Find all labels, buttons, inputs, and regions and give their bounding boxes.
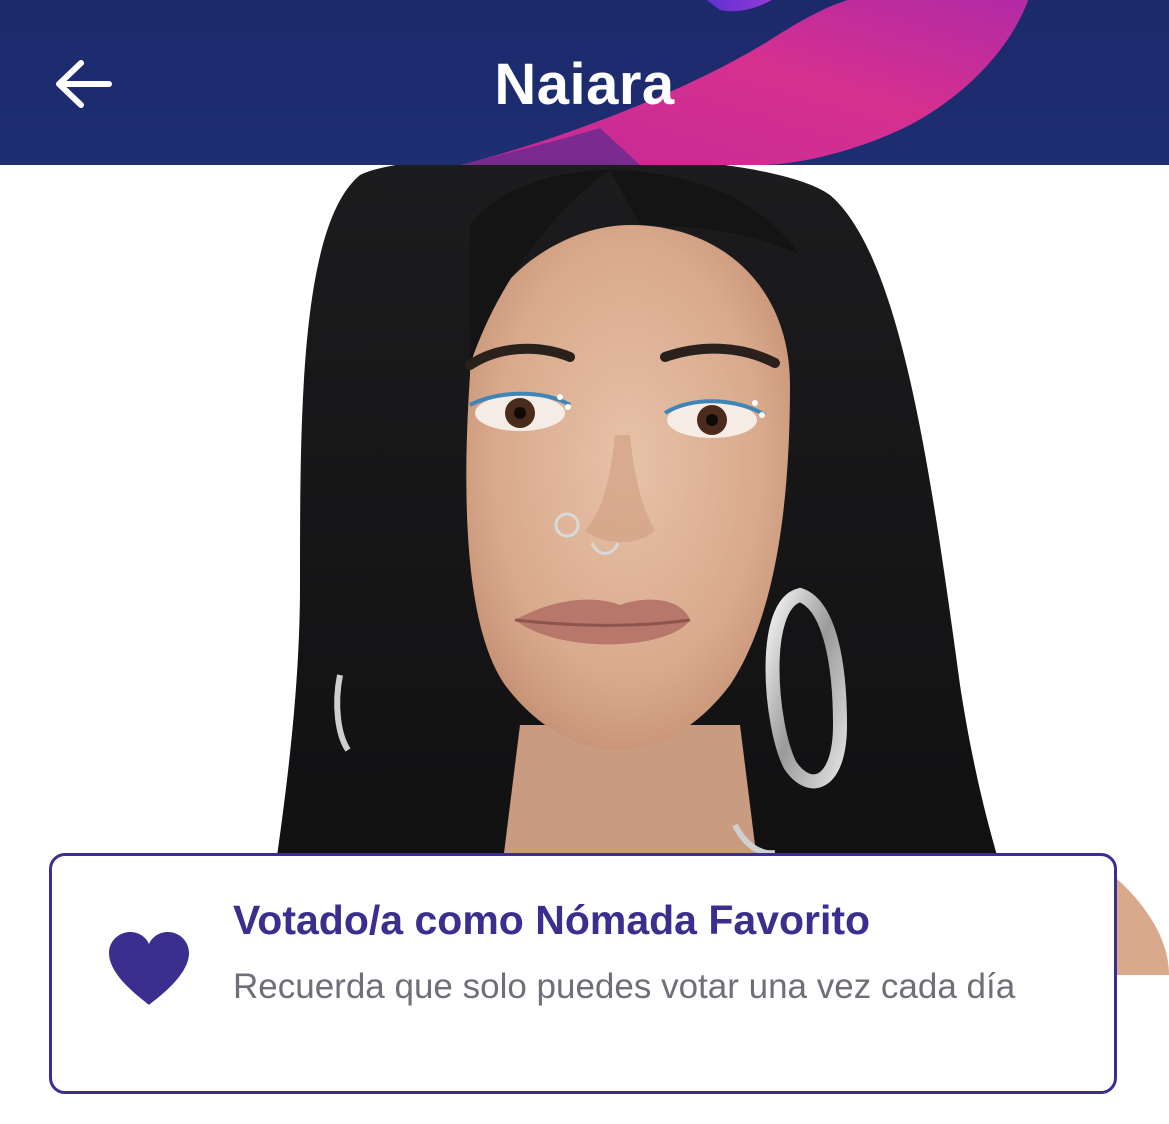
- vote-confirmation-card: Votado/a como Nómada Favorito Recuerda q…: [49, 853, 1117, 1094]
- app-screen: Naiara Votado/a como Nómada Favorito Rec…: [0, 0, 1169, 1124]
- header-bar: Naiara: [0, 0, 1169, 165]
- vote-reminder-text: Recuerda que solo puedes votar una vez c…: [233, 967, 1016, 1006]
- page-title: Naiara: [494, 52, 675, 117]
- vote-status-title: Votado/a como Nómada Favorito: [233, 897, 871, 943]
- heart-icon: [109, 932, 189, 1005]
